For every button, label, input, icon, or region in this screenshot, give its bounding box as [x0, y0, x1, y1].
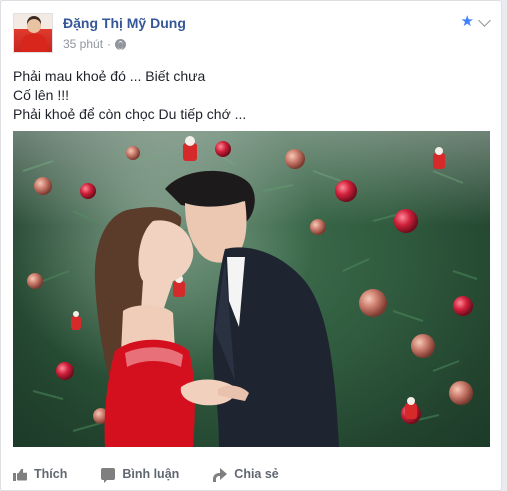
photo-illustration [13, 131, 490, 447]
comment-icon [101, 468, 116, 483]
avatar-body [21, 34, 47, 52]
post-header: Đặng Thị Mỹ Dung 35 phút · ★ [13, 13, 491, 55]
share-button[interactable]: Chia sẻ [213, 467, 279, 482]
post-text: Phải mau khoẻ đó ... Biết chưa Cố lên !!… [13, 67, 489, 124]
post-text-line: Phải mau khoẻ đó ... Biết chưa [13, 68, 206, 84]
post-photo[interactable] [13, 131, 490, 447]
chevron-down-icon[interactable] [478, 13, 491, 27]
like-label: Thích [34, 467, 68, 481]
like-button[interactable]: Thích [13, 467, 67, 481]
globe-icon[interactable] [115, 38, 127, 50]
author-name-link[interactable]: Đặng Thị Mỹ Dung [63, 15, 186, 31]
avatar[interactable] [13, 13, 53, 53]
share-arrow-icon [213, 468, 228, 482]
comment-button[interactable]: Bình luận [101, 467, 180, 483]
post-controls: ★ [461, 13, 491, 29]
post-actions-bar: Thích Bình luận Chia sẻ [13, 459, 489, 489]
avatar-head [27, 19, 41, 33]
star-icon[interactable]: ★ [461, 14, 474, 29]
share-label: Chia sẻ [234, 467, 279, 481]
feed-post-card: Đặng Thị Mỹ Dung 35 phút · ★ Phải mau kh… [0, 0, 502, 491]
post-text-line: Cố lên !!! [13, 87, 70, 103]
post-text-line: Phải khoẻ để còn chọc Du tiếp chớ ... [13, 106, 247, 122]
post-meta: 35 phút · [63, 37, 127, 51]
meta-separator: · [107, 37, 112, 51]
post-timestamp[interactable]: 35 phút [63, 37, 103, 51]
thumbs-up-icon [13, 468, 27, 481]
comment-label: Bình luận [122, 467, 180, 481]
